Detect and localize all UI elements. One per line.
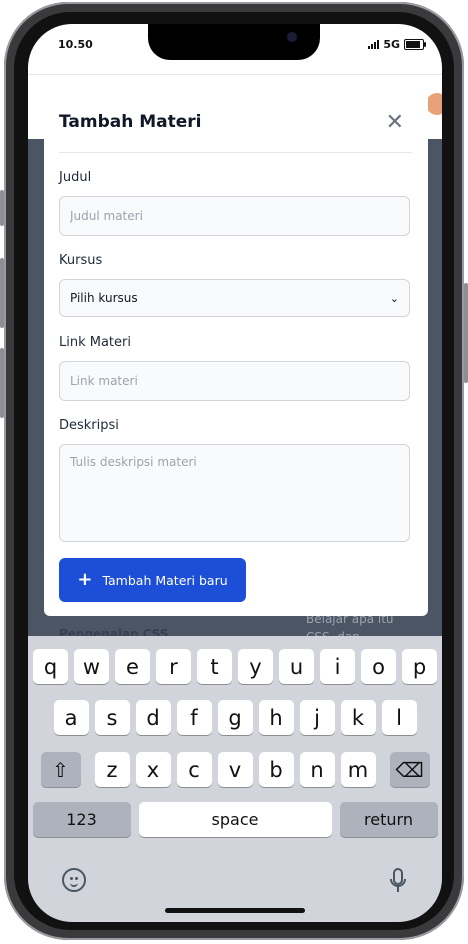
add-material-modal: Tambah Materi ✕ Judul Kursus Pilih kursu… xyxy=(44,94,428,616)
key-f[interactable]: f xyxy=(176,700,212,735)
space-key[interactable]: space xyxy=(138,802,332,837)
screen: 10.50 5G Pengenalan CSS Belajar apa itu … xyxy=(28,24,442,922)
status-bar: 10.50 5G xyxy=(28,24,442,74)
key-g[interactable]: g xyxy=(217,700,253,735)
modal-title: Tambah Materi xyxy=(59,112,202,132)
key-m[interactable]: m xyxy=(340,752,376,787)
key-c[interactable]: c xyxy=(176,752,212,787)
avatar[interactable] xyxy=(426,93,442,115)
kursus-label: Kursus xyxy=(59,253,103,268)
camera-icon xyxy=(287,32,297,42)
key-z[interactable]: z xyxy=(94,752,130,787)
key-a[interactable]: a xyxy=(53,700,89,735)
side-button-power xyxy=(464,283,468,383)
numbers-key[interactable]: 123 xyxy=(32,802,131,837)
key-r[interactable]: r xyxy=(156,649,191,684)
close-icon[interactable]: ✕ xyxy=(386,112,404,134)
key-b[interactable]: b xyxy=(258,752,294,787)
key-e[interactable]: e xyxy=(115,649,150,684)
deskripsi-textarea[interactable] xyxy=(59,444,410,542)
key-y[interactable]: y xyxy=(238,649,273,684)
key-w[interactable]: w xyxy=(74,649,109,684)
network-label: 5G xyxy=(383,38,400,51)
side-button-volume-down xyxy=(0,348,4,418)
judul-input[interactable] xyxy=(59,196,410,236)
notch xyxy=(148,24,320,60)
key-v[interactable]: v xyxy=(217,752,253,787)
key-u[interactable]: u xyxy=(279,649,314,684)
link-input[interactable] xyxy=(59,361,410,401)
plus-icon: + xyxy=(77,569,93,590)
key-s[interactable]: s xyxy=(94,700,130,735)
signal-icon xyxy=(368,40,380,49)
kursus-select[interactable]: Pilih kursus ⌄ xyxy=(59,279,410,317)
keyboard: qwertyuiop asdfghjkl ⇧ z x c v b n m ⌫ 123 space… xyxy=(28,636,442,922)
return-key[interactable]: return xyxy=(339,802,438,837)
key-d[interactable]: d xyxy=(135,700,171,735)
side-button-silent xyxy=(0,190,4,226)
add-material-button-label: Tambah Materi baru xyxy=(102,572,228,588)
battery-icon xyxy=(404,39,426,50)
emoji-icon[interactable] xyxy=(62,868,86,892)
key-l[interactable]: l xyxy=(381,700,417,735)
shift-icon[interactable]: ⇧ xyxy=(40,752,81,787)
status-time: 10.50 xyxy=(58,38,93,51)
deskripsi-label: Deskripsi xyxy=(59,418,119,433)
key-q[interactable]: q xyxy=(33,649,68,684)
chevron-down-icon: ⌄ xyxy=(389,291,399,305)
key-t[interactable]: t xyxy=(197,649,232,684)
key-k[interactable]: k xyxy=(340,700,376,735)
home-indicator xyxy=(165,908,305,913)
kursus-select-value: Pilih kursus xyxy=(70,291,138,305)
key-x[interactable]: x xyxy=(135,752,171,787)
microphone-icon[interactable] xyxy=(388,868,408,894)
add-material-button[interactable]: + Tambah Materi baru xyxy=(59,558,246,602)
key-h[interactable]: h xyxy=(258,700,294,735)
key-i[interactable]: i xyxy=(320,649,355,684)
status-indicators: 5G xyxy=(368,38,426,51)
key-o[interactable]: o xyxy=(361,649,396,684)
judul-label: Judul xyxy=(59,170,92,185)
modal-header: Tambah Materi ✕ xyxy=(59,94,412,153)
key-n[interactable]: n xyxy=(299,752,335,787)
side-button-volume-up xyxy=(0,258,4,328)
link-label: Link Materi xyxy=(59,335,131,350)
key-p[interactable]: p xyxy=(402,649,437,684)
backspace-icon[interactable]: ⌫ xyxy=(389,752,430,787)
key-j[interactable]: j xyxy=(299,700,335,735)
